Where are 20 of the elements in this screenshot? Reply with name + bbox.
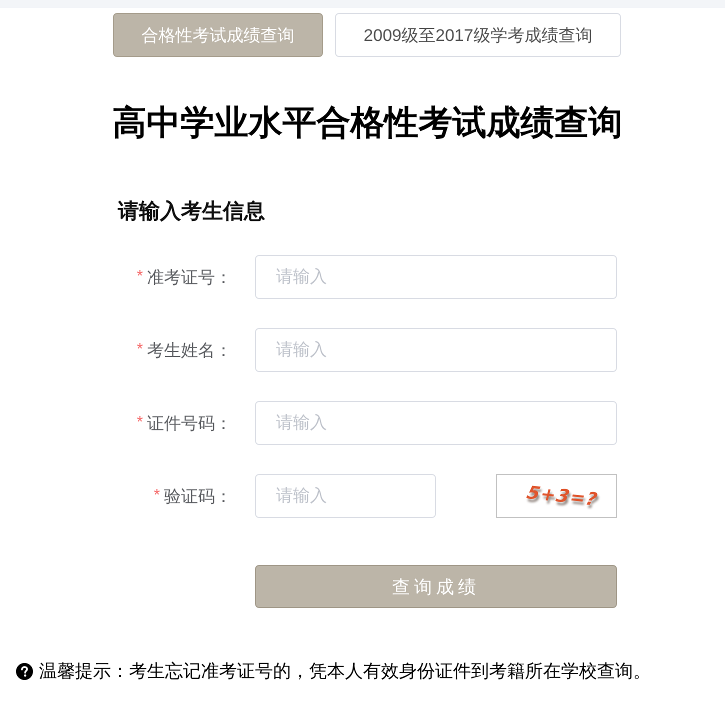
required-mark: * xyxy=(136,414,143,432)
field-label: 证件号码： xyxy=(147,412,232,434)
captcha-image[interactable]: 5+3=? xyxy=(496,474,617,518)
help-circle-icon xyxy=(16,662,33,680)
input-field[interactable]: 请输入 xyxy=(255,255,617,299)
input-field[interactable]: 请输入 xyxy=(255,328,617,372)
submit-button[interactable]: 查询成绩 xyxy=(255,565,617,608)
required-mark: * xyxy=(154,487,160,505)
tab[interactable]: 合格性考试成绩查询 xyxy=(113,13,323,57)
form-heading: 请输入考生信息 xyxy=(118,199,265,225)
field-label: 考生姓名： xyxy=(147,340,232,362)
page-title: 高中学业水平合格性考试成绩查询 xyxy=(112,103,622,144)
input-field[interactable]: 请输入 xyxy=(255,401,617,445)
required-mark: * xyxy=(136,341,143,359)
field-label: 验证码： xyxy=(164,486,232,508)
tab[interactable]: 2009级至2017级学考成绩查询 xyxy=(335,13,621,57)
captcha-input-field[interactable]: 请输入 xyxy=(255,474,436,518)
tip-text: 温馨提示：考生忘记准考证号的，凭本人有效身份证件到考籍所在学校查询。 xyxy=(39,660,651,683)
field-label: 准考证号： xyxy=(147,266,232,288)
required-mark: * xyxy=(136,268,143,286)
